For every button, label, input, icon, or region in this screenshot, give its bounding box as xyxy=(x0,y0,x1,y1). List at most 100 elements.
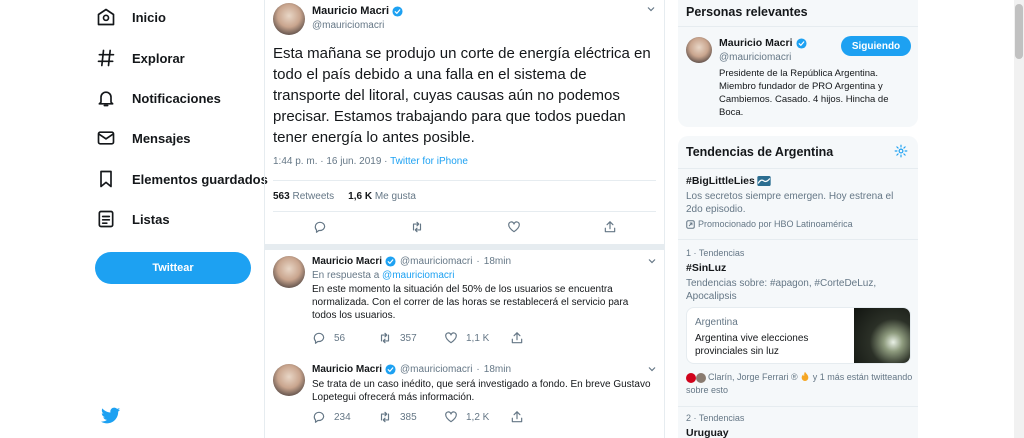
trend-rank: 1 · Tendencias xyxy=(686,248,745,258)
author-name[interactable]: Mauricio Macri xyxy=(312,364,382,375)
like-button[interactable] xyxy=(507,220,521,234)
reply-actions: 234 385 1,2 K xyxy=(312,410,612,426)
nav-item-mensajes[interactable]: Mensajes xyxy=(95,123,191,153)
relevant-name[interactable]: Mauricio Macri xyxy=(719,37,807,49)
tweet-timestamp[interactable]: 1:44 p. m. · 16 jun. 2019 · xyxy=(273,156,390,167)
chevron-down-icon[interactable] xyxy=(646,4,656,14)
avatar xyxy=(695,372,706,383)
separator-dot: · xyxy=(476,256,480,267)
promoted-text: Promocionado por HBO Latinoamérica xyxy=(698,219,853,229)
author-name-text[interactable]: Mauricio Macri xyxy=(312,5,389,17)
in-reply-handle-link[interactable]: @mauriciomacri xyxy=(382,270,454,281)
bell-icon xyxy=(95,87,117,109)
nav-item-elementos-guardados[interactable]: Elementos guardados xyxy=(95,164,268,194)
author-handle[interactable]: @mauriciomacri xyxy=(400,364,472,375)
share-icon xyxy=(511,411,523,423)
tweet-thread: Mauricio Macri @mauriciomacri Esta mañan… xyxy=(264,0,665,438)
author-handle[interactable]: @mauriciomacri xyxy=(400,256,472,267)
chevron-down-icon[interactable] xyxy=(647,364,657,374)
news-headline: Argentina vive elecciones provinciales s… xyxy=(695,333,809,357)
share-button[interactable] xyxy=(510,331,524,345)
author-name[interactable]: Mauricio Macri xyxy=(312,5,403,17)
verified-badge-icon xyxy=(795,37,807,49)
like-button[interactable]: 1,1 K xyxy=(444,331,489,345)
likes-count: 1,6 K xyxy=(348,191,373,202)
promoted-icon xyxy=(686,219,695,229)
trend-rank: 2 · Tendencias xyxy=(686,413,745,423)
twitter-bird-icon[interactable] xyxy=(101,407,121,425)
likes-label: Me gusta xyxy=(374,191,416,202)
trend-tag: #SinLuz xyxy=(686,262,727,274)
tweet-button[interactable]: Twittear xyxy=(95,252,251,284)
like-button[interactable]: 1,2 K xyxy=(444,410,489,424)
nav-label: Elementos guardados xyxy=(132,171,268,187)
share-button[interactable] xyxy=(603,220,617,234)
avatar[interactable] xyxy=(273,364,305,396)
author-name[interactable]: Mauricio Macri xyxy=(312,256,382,267)
news-thumbnail xyxy=(854,308,910,363)
likes-stat[interactable]: 1,6 K Me gusta xyxy=(348,191,416,202)
retweet-button[interactable] xyxy=(410,220,424,234)
reply-button[interactable]: 234 xyxy=(312,410,351,424)
reply-count: 56 xyxy=(334,332,346,344)
retweets-stat[interactable]: 563 Retweets xyxy=(273,191,334,202)
avatar[interactable] xyxy=(273,256,305,288)
trend-description: Los secretos siempre emergen. Hoy estren… xyxy=(686,191,894,215)
hashtag-icon xyxy=(95,47,117,69)
reply-timestamp[interactable]: 18min xyxy=(484,256,511,267)
list-icon xyxy=(95,208,117,230)
nav-item-listas[interactable]: Listas xyxy=(95,204,170,234)
reply-header: Mauricio Macri @mauriciomacri · 18min xyxy=(312,364,511,375)
relevant-name-text[interactable]: Mauricio Macri xyxy=(719,37,793,49)
reply-button[interactable]: 56 xyxy=(312,331,345,345)
retweet-button[interactable]: 357 xyxy=(378,331,417,345)
envelope-icon xyxy=(95,127,117,149)
trend-tag[interactable]: Uruguay xyxy=(686,427,729,438)
reply-count: 234 xyxy=(334,411,351,423)
tweet-actions xyxy=(265,220,665,238)
nav-label: Mensajes xyxy=(132,130,191,146)
promoted-label: Promocionado por HBO Latinoamérica xyxy=(686,219,853,229)
tweet-meta: 1:44 p. m. · 16 jun. 2019 · Twitter for … xyxy=(273,156,468,167)
chevron-down-icon[interactable] xyxy=(647,256,657,266)
wave-emoji-icon xyxy=(757,176,771,186)
verified-badge-icon xyxy=(385,364,396,375)
reply-tweet[interactable]: Mauricio Macri @mauriciomacri · 18min Se… xyxy=(265,358,665,438)
following-button[interactable]: Siguiendo xyxy=(841,36,911,56)
scrollbar-thumb[interactable] xyxy=(1015,4,1023,59)
trend-description: Tendencias sobre: #apagon, #CorteDeLuz, … xyxy=(686,278,877,302)
reply-tweet[interactable]: Mauricio Macri @mauriciomacri · 18min En… xyxy=(265,250,665,355)
avatar[interactable] xyxy=(273,3,305,35)
retweet-icon xyxy=(412,221,422,233)
social-names[interactable]: Clarín, Jorge Ferrari ® xyxy=(708,372,798,382)
trend-item-promoted[interactable]: #BigLittleLies Los secretos siempre emer… xyxy=(678,169,918,239)
verified-badge-icon xyxy=(385,256,396,267)
like-count: 1,2 K xyxy=(466,411,490,423)
share-icon xyxy=(604,221,616,233)
nav-label: Notificaciones xyxy=(132,90,221,106)
retweet-button[interactable]: 385 xyxy=(378,410,417,424)
nav-item-notificaciones[interactable]: Notificaciones xyxy=(95,83,221,113)
news-source: Argentina xyxy=(695,317,738,328)
share-button[interactable] xyxy=(510,410,524,424)
avatar[interactable] xyxy=(686,37,712,63)
reply-timestamp[interactable]: 18min xyxy=(484,364,511,375)
relevant-handle[interactable]: @mauriciomacri xyxy=(719,52,791,63)
nav-label: Inicio xyxy=(132,9,166,25)
scrollbar[interactable] xyxy=(1014,0,1024,438)
reply-button[interactable] xyxy=(313,220,327,234)
bookmark-icon xyxy=(95,168,117,190)
relevant-people-card: Personas relevantes Mauricio Macri @maur… xyxy=(678,0,918,127)
nav-item-inicio[interactable]: Inicio xyxy=(95,2,166,32)
fire-emoji-icon xyxy=(801,371,809,381)
tweet-source-link[interactable]: Twitter for iPhone xyxy=(390,156,468,167)
reply-header: Mauricio Macri @mauriciomacri · 18min xyxy=(312,256,511,267)
nav-label: Listas xyxy=(132,211,170,227)
trend-tag: #BigLittleLies xyxy=(686,175,771,187)
nav-item-explorar[interactable]: Explorar xyxy=(95,43,185,73)
author-handle[interactable]: @mauriciomacri xyxy=(312,20,384,31)
news-card[interactable]: Argentina Argentina vive elecciones prov… xyxy=(686,307,911,364)
gear-icon[interactable] xyxy=(894,144,908,158)
left-nav: Inicio Explorar Notificaciones Mensajes … xyxy=(0,0,268,438)
relevant-bio: Presidente de la República Argentina. Mi… xyxy=(719,68,889,118)
